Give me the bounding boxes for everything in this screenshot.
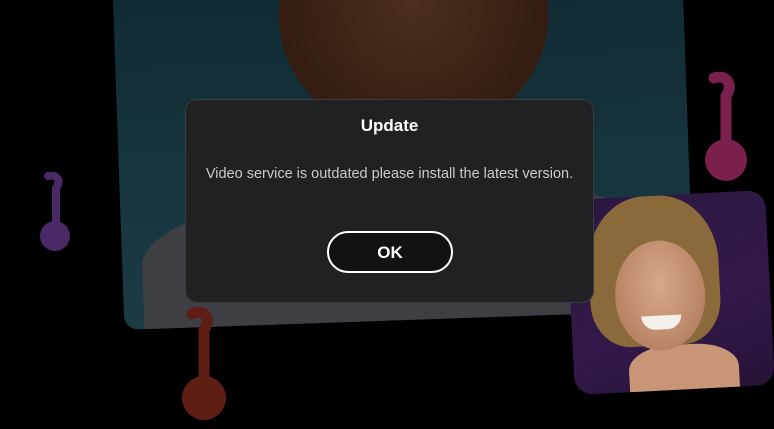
app-screen: Update Video service is outdated please …	[0, 0, 774, 429]
background-photo-woman	[565, 189, 774, 396]
update-dialog: Update Video service is outdated please …	[185, 99, 594, 303]
music-note-icon	[700, 72, 756, 184]
dialog-message: Video service is outdated please install…	[205, 166, 574, 182]
dialog-title: Update	[360, 116, 419, 135]
photo-neck	[627, 341, 741, 396]
music-note-icon	[38, 172, 78, 254]
music-note-icon	[178, 306, 234, 424]
ok-button[interactable]: OK	[327, 231, 453, 273]
